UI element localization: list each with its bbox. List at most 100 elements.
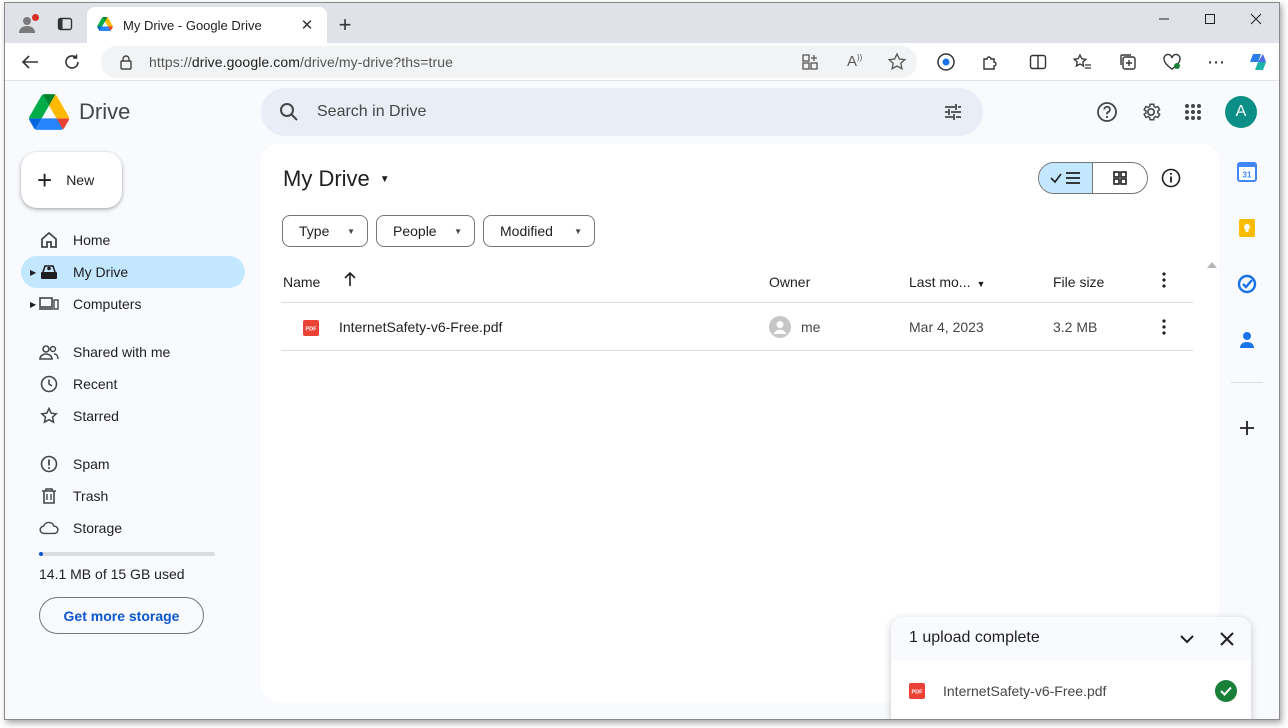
view-toggle <box>1038 162 1148 194</box>
trash-icon <box>39 486 59 506</box>
more-actions-icon[interactable] <box>1162 319 1166 338</box>
home-icon <box>39 230 59 250</box>
settings-gear-icon[interactable] <box>1135 96 1167 128</box>
minimize-icon[interactable] <box>1141 3 1187 35</box>
apps-grid-icon[interactable] <box>1177 96 1209 128</box>
help-icon[interactable] <box>1091 96 1123 128</box>
keep-icon[interactable] <box>1235 216 1259 240</box>
favorite-star-icon[interactable] <box>887 52 907 75</box>
sidebar-item-home[interactable]: Home <box>21 224 245 256</box>
sidebar-item-label: Home <box>73 232 111 248</box>
sidebar-item-my-drive[interactable]: ▶ My Drive <box>21 256 245 288</box>
grid-view-button[interactable] <box>1093 163 1147 193</box>
address-bar[interactable]: https://drive.google.com/drive/my-drive?… <box>101 46 917 78</box>
chevron-down-icon: ▼ <box>379 173 390 185</box>
close-icon[interactable] <box>1215 627 1239 651</box>
new-tab-icon[interactable]: + <box>331 11 359 39</box>
browser-tab[interactable]: My Drive - Google Drive ✕ <box>87 7 327 43</box>
column-options-icon[interactable] <box>1162 272 1166 291</box>
sidebar-item-label: Recent <box>73 376 118 392</box>
column-header-name[interactable]: Name <box>283 274 320 290</box>
page-title[interactable]: My Drive ▼ <box>283 166 390 192</box>
tab-strip: My Drive - Google Drive ✕ + <box>5 3 1279 43</box>
search-bar[interactable] <box>261 88 983 136</box>
file-owner: me <box>801 319 821 335</box>
uploaded-file-name[interactable]: InternetSafety-v6-Free.pdf <box>943 683 1106 699</box>
filter-people-chip[interactable]: People ▼ <box>376 215 475 247</box>
sidebar-item-computers[interactable]: ▶ Computers <box>21 288 245 320</box>
cloud-icon <box>39 518 59 538</box>
tasks-icon[interactable] <box>1235 272 1259 296</box>
upload-panel: 1 upload complete PDF InternetSafety-v6-… <box>891 617 1251 719</box>
calendar-icon[interactable]: 31 <box>1235 160 1259 184</box>
maximize-icon[interactable] <box>1187 3 1233 35</box>
pdf-file-icon: PDF <box>303 320 319 339</box>
column-header-size[interactable]: File size <box>1053 274 1104 290</box>
info-icon[interactable] <box>1159 166 1183 190</box>
collapse-chevron-icon[interactable] <box>1175 627 1199 651</box>
column-header-owner[interactable]: Owner <box>769 274 810 290</box>
expand-caret-icon[interactable]: ▶ <box>30 268 36 277</box>
split-screen-icon[interactable] <box>1023 48 1053 76</box>
extensions-icon[interactable] <box>975 48 1005 76</box>
refresh-icon[interactable] <box>57 48 87 76</box>
notification-dot <box>32 14 39 21</box>
people-icon <box>39 342 59 362</box>
upload-panel-header: 1 upload complete <box>891 617 1251 661</box>
close-tab-icon[interactable]: ✕ <box>297 15 317 35</box>
read-aloud-icon[interactable]: A)) <box>847 53 862 70</box>
sidebar-item-spam[interactable]: Spam <box>21 448 245 480</box>
sidebar-item-recent[interactable]: Recent <box>21 368 245 400</box>
get-more-storage-button[interactable]: Get more storage <box>39 597 204 634</box>
profile-icon[interactable] <box>11 9 43 39</box>
copilot-icon[interactable] <box>1243 48 1273 76</box>
sidebar-item-label: Storage <box>73 520 123 536</box>
chevron-down-icon: ▼ <box>454 226 462 236</box>
lock-icon[interactable] <box>119 54 133 73</box>
add-addon-icon[interactable] <box>1235 416 1259 440</box>
sort-arrow-up-icon[interactable] <box>343 271 357 290</box>
scroll-up-arrow-icon[interactable] <box>1207 262 1217 268</box>
password-manager-icon[interactable] <box>931 48 961 76</box>
search-options-icon[interactable] <box>943 102 963 125</box>
back-arrow-icon[interactable] <box>15 48 45 76</box>
browser-essentials-icon[interactable] <box>1157 48 1187 76</box>
filter-type-chip[interactable]: Type ▼ <box>282 215 368 247</box>
expand-caret-icon[interactable]: ▶ <box>30 300 36 309</box>
sidebar-item-label: My Drive <box>73 264 129 280</box>
sidebar-item-label: Starred <box>73 408 119 424</box>
contacts-icon[interactable] <box>1235 328 1259 352</box>
url-path: /drive/my-drive?ths=true <box>300 54 454 70</box>
tab-title: My Drive - Google Drive <box>123 17 262 33</box>
sidebar-item-storage[interactable]: Storage <box>21 512 245 544</box>
sidebar-item-label: Computers <box>73 296 142 312</box>
search-input[interactable] <box>317 103 877 121</box>
drive-logo[interactable]: Drive <box>29 94 130 130</box>
check-list-icon <box>1049 172 1080 184</box>
close-window-icon[interactable] <box>1233 3 1279 35</box>
chevron-down-icon: ▼ <box>574 226 582 236</box>
search-icon[interactable] <box>279 102 299 125</box>
favorites-icon[interactable] <box>1067 48 1097 76</box>
sidebar-item-label: Shared with me <box>73 344 171 360</box>
side-panel: 31 <box>1223 144 1271 444</box>
new-button-label: New <box>66 172 95 188</box>
app-available-icon[interactable] <box>801 53 819 74</box>
pdf-file-icon: PDF <box>909 683 925 702</box>
new-button[interactable]: + New <box>21 152 122 208</box>
storage-usage-text: 14.1 MB of 15 GB used <box>39 566 185 582</box>
sidebar-item-trash[interactable]: Trash <box>21 480 245 512</box>
sidebar-item-shared[interactable]: Shared with me <box>21 336 245 368</box>
tab-actions-icon[interactable] <box>51 11 79 37</box>
chevron-down-icon: ▼ <box>976 279 986 289</box>
list-view-button[interactable] <box>1039 163 1094 193</box>
column-header-modified[interactable]: Last mo... ▼ <box>909 274 985 290</box>
more-menu-icon[interactable]: ⋯ <box>1201 48 1231 76</box>
page-title-text: My Drive <box>283 166 370 191</box>
sidebar-item-starred[interactable]: Starred <box>21 400 245 432</box>
filter-modified-chip[interactable]: Modified ▼ <box>483 215 595 247</box>
computer-icon <box>39 294 59 314</box>
account-avatar[interactable]: A <box>1225 96 1257 128</box>
table-row[interactable]: PDF InternetSafety-v6-Free.pdf me Mar 4,… <box>281 303 1193 351</box>
collections-icon[interactable] <box>1113 48 1143 76</box>
